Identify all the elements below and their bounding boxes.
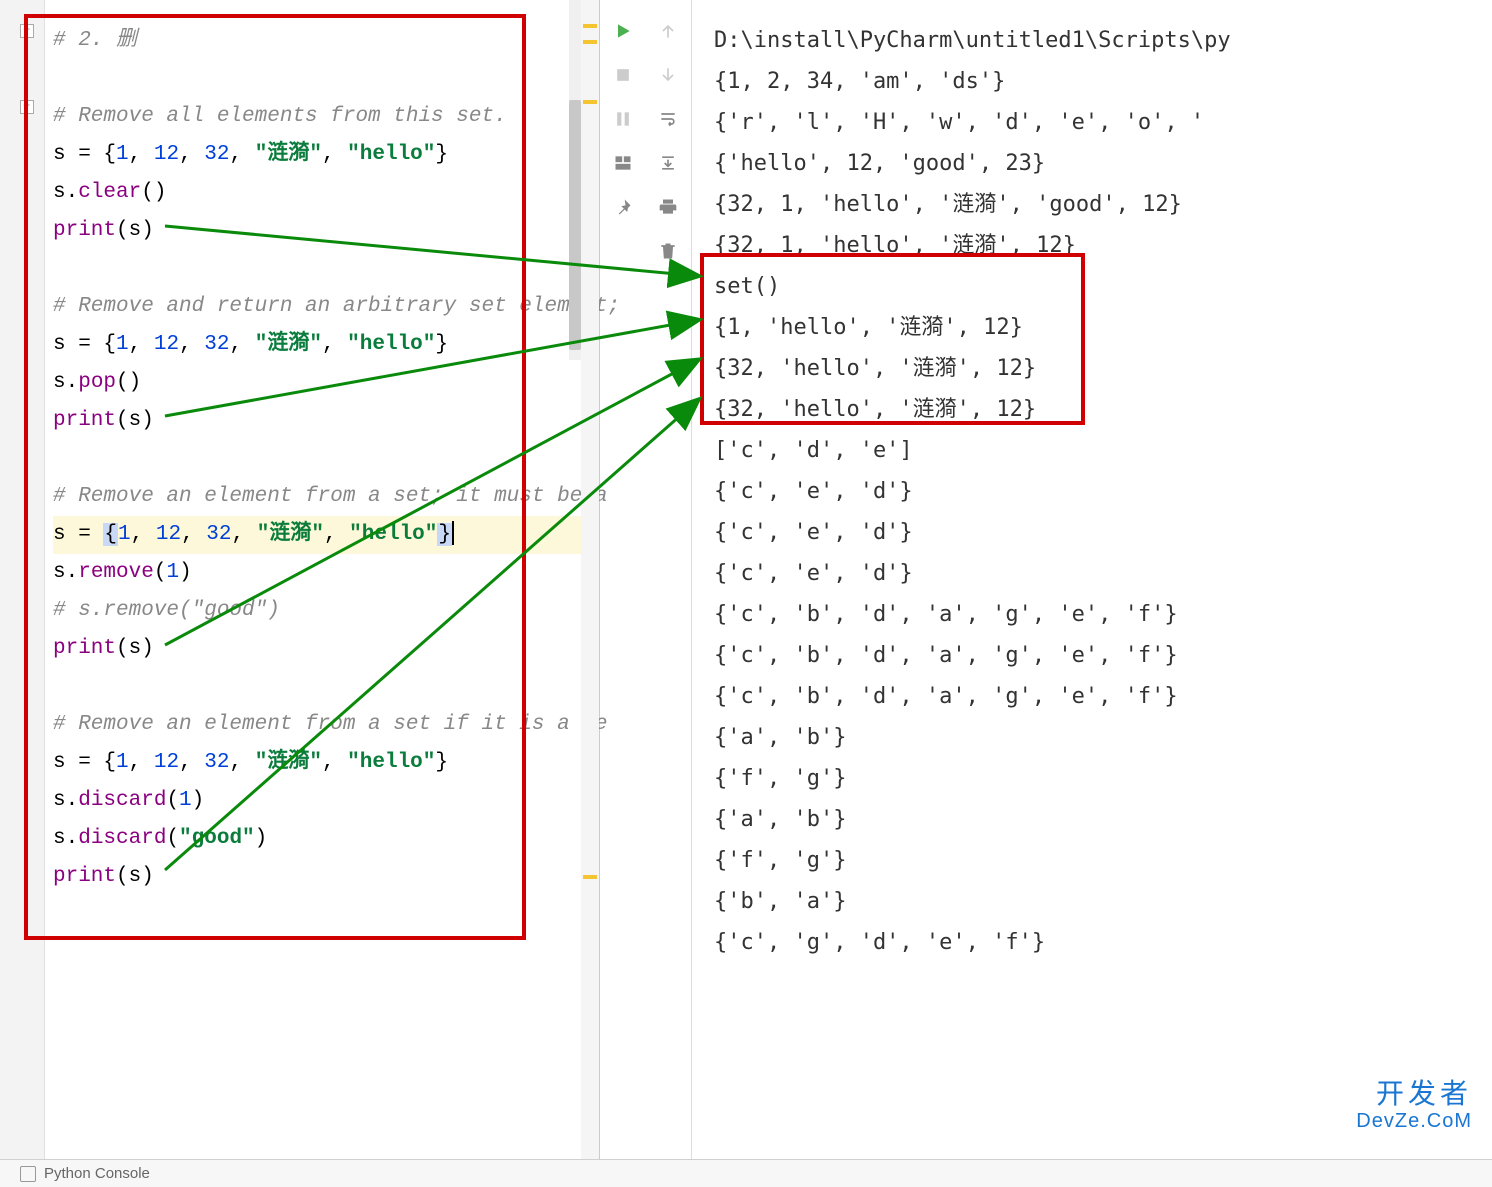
up-icon[interactable] (657, 20, 679, 42)
run-toolbar (600, 0, 692, 1187)
comment: # Remove and return an arbitrary set ele… (53, 295, 620, 318)
output-line: {'f', 'g'} (714, 840, 1492, 881)
output-panel[interactable]: D:\install\PyCharm\untitled1\Scripts\py … (692, 0, 1492, 1187)
layout-icon[interactable] (612, 152, 634, 174)
output-path: D:\install\PyCharm\untitled1\Scripts\py (714, 20, 1492, 61)
output-line: {'c', 'e', 'd'} (714, 553, 1492, 594)
main-container: # 2. 删 # Remove all elements from this s… (0, 0, 1492, 1187)
output-line: {'c', 'b', 'd', 'a', 'g', 'e', 'f'} (714, 635, 1492, 676)
output-line: {1, 'hello', '涟漪', 12} (714, 307, 1492, 348)
python-console-label[interactable]: Python Console (44, 1165, 150, 1182)
output-line: {32, 1, 'hello', '涟漪', 'good', 12} (714, 184, 1492, 225)
output-line: {'b', 'a'} (714, 881, 1492, 922)
output-line: {'a', 'b'} (714, 717, 1492, 758)
output-line: {'c', 'e', 'd'} (714, 471, 1492, 512)
output-line: {'c', 'b', 'd', 'a', 'g', 'e', 'f'} (714, 594, 1492, 635)
trash-icon[interactable] (657, 240, 679, 262)
editor-panel[interactable]: # 2. 删 # Remove all elements from this s… (0, 0, 600, 1187)
comment: # 2. 删 (53, 29, 137, 52)
stop-icon[interactable] (612, 64, 634, 86)
gutter (0, 0, 45, 1187)
output-line: {'a', 'b'} (714, 799, 1492, 840)
output-line: set() (714, 266, 1492, 307)
output-line: ['c', 'd', 'e'] (714, 430, 1492, 471)
output-line: {'c', 'b', 'd', 'a', 'g', 'e', 'f'} (714, 676, 1492, 717)
output-line: {'c', 'e', 'd'} (714, 512, 1492, 553)
scroll-end-icon[interactable] (657, 152, 679, 174)
minimap[interactable] (581, 0, 599, 1187)
console-icon (20, 1166, 36, 1182)
print-icon[interactable] (657, 196, 679, 218)
output-line: {'c', 'g', 'd', 'e', 'f'} (714, 922, 1492, 963)
output-line: {'f', 'g'} (714, 758, 1492, 799)
comment: # Remove all elements from this set. (53, 105, 507, 128)
output-line: {'r', 'l', 'H', 'w', 'd', 'e', 'o', ' (714, 102, 1492, 143)
fold-icon[interactable] (20, 24, 34, 38)
code: s = { (53, 143, 116, 166)
output-line: {1, 2, 34, 'am', 'ds'} (714, 61, 1492, 102)
pause-icon[interactable] (612, 108, 634, 130)
down-icon[interactable] (657, 64, 679, 86)
pin-icon[interactable] (612, 196, 634, 218)
output-line: {32, 'hello', '涟漪', 12} (714, 348, 1492, 389)
wrap-icon[interactable] (657, 108, 679, 130)
fold-icon[interactable] (20, 100, 34, 114)
editor-scrollbar[interactable] (569, 0, 581, 360)
scrollbar-thumb[interactable] (569, 100, 581, 350)
output-line: {'hello', 12, 'good', 23} (714, 143, 1492, 184)
output-line: {32, 1, 'hello', '涟漪', 12} (714, 225, 1492, 266)
watermark: 开发者 DevZe.CoM (1356, 1079, 1472, 1132)
bottom-bar[interactable]: Python Console (0, 1159, 1492, 1187)
run-icon[interactable] (612, 20, 634, 42)
output-line: {32, 'hello', '涟漪', 12} (714, 389, 1492, 430)
code-area[interactable]: # 2. 删 # Remove all elements from this s… (47, 0, 597, 896)
